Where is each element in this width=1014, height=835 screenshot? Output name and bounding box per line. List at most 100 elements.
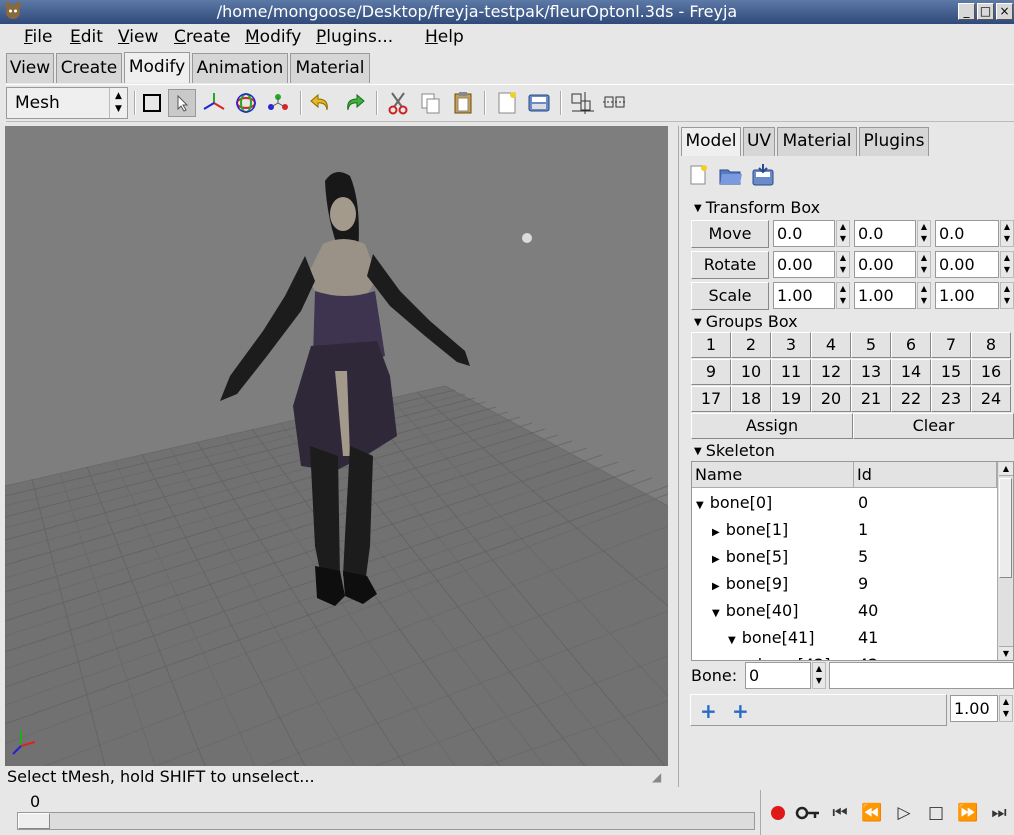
grid-align-icon[interactable] [601, 89, 629, 117]
group-button-13[interactable]: 13 [851, 359, 891, 385]
expanded-triangle-icon[interactable]: ▼ [712, 608, 720, 619]
tab-model[interactable]: Model [681, 127, 741, 156]
timeline-handle[interactable] [18, 813, 50, 829]
undo-icon[interactable] [307, 89, 335, 117]
menu-file[interactable]: File [24, 27, 52, 47]
skeleton-tree[interactable]: Name Id ▼ bone[0] 0 ▶ bone[1] 1 ▶ bone[5] 5 ▶ bone… [691, 461, 1014, 661]
group-button-22[interactable]: 22 [891, 386, 931, 412]
new-icon[interactable] [493, 89, 521, 117]
transform-box-header[interactable]: ▼ Transform Box [694, 198, 820, 217]
spin-arrows-icon[interactable]: ▲ ▼ [999, 695, 1013, 722]
group-button-12[interactable]: 12 [811, 359, 851, 385]
skeleton-header[interactable]: ▼ Skeleton [694, 441, 775, 460]
close-button[interactable]: × [996, 3, 1013, 20]
tab-uv[interactable]: UV [743, 127, 775, 156]
collapsed-triangle-icon[interactable]: ▶ [712, 554, 720, 565]
spin-arrows-icon[interactable]: ▲ ▼ [917, 282, 931, 309]
groups-box-header[interactable]: ▼ Groups Box [694, 312, 798, 331]
grid-snap-icon[interactable] [569, 89, 597, 117]
timeline-slider[interactable] [17, 812, 755, 830]
spin-arrows-icon[interactable]: ▲ ▼ [1000, 220, 1014, 247]
expanded-triangle-icon[interactable]: ▼ [728, 635, 736, 646]
spin-arrows-icon[interactable]: ▲ ▼ [836, 220, 850, 247]
tab-view[interactable]: View [6, 53, 54, 83]
group-button-20[interactable]: 20 [811, 386, 851, 412]
spin-arrows-icon[interactable]: ▲ ▼ [917, 220, 931, 247]
move-y-field[interactable]: 0.0 [854, 220, 916, 247]
tree-row[interactable]: ▼ bone[41] 41 [692, 624, 997, 651]
add-child-bone-icon[interactable]: + [732, 699, 749, 723]
tab-create[interactable]: Create [56, 53, 122, 83]
select-pointer-icon[interactable] [168, 89, 196, 117]
column-header-name[interactable]: Name [692, 462, 854, 488]
add-bone-icon[interactable]: + [700, 699, 717, 723]
group-button-18[interactable]: 18 [731, 386, 771, 412]
tree-scrollbar[interactable]: ▲ ▼ [997, 462, 1013, 660]
rotate-z-field[interactable]: 0.00 [935, 251, 999, 278]
tab-plugins[interactable]: Plugins [859, 127, 929, 156]
cut-icon[interactable] [384, 89, 412, 117]
rotate-button[interactable]: Rotate [691, 251, 769, 279]
scale-x-field[interactable]: 1.00 [773, 282, 835, 309]
select-box-icon[interactable] [138, 89, 166, 117]
menu-create[interactable]: Create [174, 27, 231, 47]
record-icon[interactable] [764, 800, 792, 826]
resize-grip-icon[interactable]: ◢ [652, 770, 661, 784]
minimize-button[interactable]: _ [958, 3, 975, 20]
rotate-y-field[interactable]: 0.00 [854, 251, 916, 278]
group-button-8[interactable]: 8 [971, 332, 1011, 358]
tree-row[interactable]: ▼ bone[0] 0 [692, 489, 997, 516]
group-button-1[interactable]: 1 [691, 332, 731, 358]
play-icon[interactable]: ▷ [890, 800, 918, 826]
group-button-6[interactable]: 6 [891, 332, 931, 358]
new-model-icon[interactable] [686, 162, 712, 188]
group-button-9[interactable]: 9 [691, 359, 731, 385]
tree-row[interactable]: ▶ bone[9] 9 [692, 570, 997, 597]
bone-weight-field[interactable]: 1.00 [950, 695, 998, 722]
menu-edit[interactable]: Edit [70, 27, 103, 47]
tree-row[interactable]: ▶bone[42] 42 [692, 651, 997, 660]
collapsed-triangle-icon[interactable]: ▶ [712, 581, 720, 592]
scale-button[interactable]: Scale [691, 282, 769, 310]
expanded-triangle-icon[interactable]: ▼ [696, 500, 704, 511]
collapsed-triangle-icon[interactable]: ▶ [712, 527, 720, 538]
copy-icon[interactable] [417, 89, 445, 117]
tab-modify[interactable]: Modify [124, 52, 190, 83]
key-icon[interactable] [794, 800, 822, 826]
scroll-thumb[interactable] [999, 478, 1012, 578]
fast-forward-icon[interactable]: ⏩ [954, 800, 982, 826]
group-button-2[interactable]: 2 [731, 332, 771, 358]
move-x-field[interactable]: 0.0 [773, 220, 835, 247]
group-button-21[interactable]: 21 [851, 386, 891, 412]
group-button-15[interactable]: 15 [931, 359, 971, 385]
open-model-icon[interactable] [718, 162, 744, 188]
redo-icon[interactable] [340, 89, 368, 117]
menu-view[interactable]: View [118, 27, 158, 47]
move-button[interactable]: Move [691, 220, 769, 248]
3d-viewport[interactable] [5, 126, 668, 766]
column-header-id[interactable]: Id [854, 462, 997, 488]
group-button-4[interactable]: 4 [811, 332, 851, 358]
clear-button[interactable]: Clear [853, 413, 1014, 439]
skip-end-icon[interactable]: ⏭ [985, 800, 1013, 826]
maximize-button[interactable]: □ [977, 3, 994, 20]
paste-icon[interactable] [449, 89, 477, 117]
group-button-11[interactable]: 11 [771, 359, 811, 385]
group-button-24[interactable]: 24 [971, 386, 1011, 412]
spin-arrows-icon[interactable]: ▲ ▼ [1000, 282, 1014, 309]
spin-arrows-icon[interactable]: ▲ ▼ [917, 251, 931, 278]
move-axes-icon[interactable] [200, 89, 228, 117]
tree-row[interactable]: ▼ bone[40] 40 [692, 597, 997, 624]
tab-material[interactable]: Material [290, 53, 370, 83]
save-icon[interactable] [525, 89, 553, 117]
scroll-down-icon[interactable]: ▼ [999, 646, 1013, 660]
assign-button[interactable]: Assign [691, 413, 853, 439]
group-button-16[interactable]: 16 [971, 359, 1011, 385]
spin-arrows-icon[interactable]: ▲ ▼ [836, 251, 850, 278]
group-button-19[interactable]: 19 [771, 386, 811, 412]
mesh-select[interactable]: Mesh ▲ ▼ [6, 87, 128, 119]
group-button-23[interactable]: 23 [931, 386, 971, 412]
scale-z-field[interactable]: 1.00 [935, 282, 999, 309]
tab-animation[interactable]: Animation [192, 53, 288, 83]
bone-field[interactable]: 0 [745, 662, 811, 689]
